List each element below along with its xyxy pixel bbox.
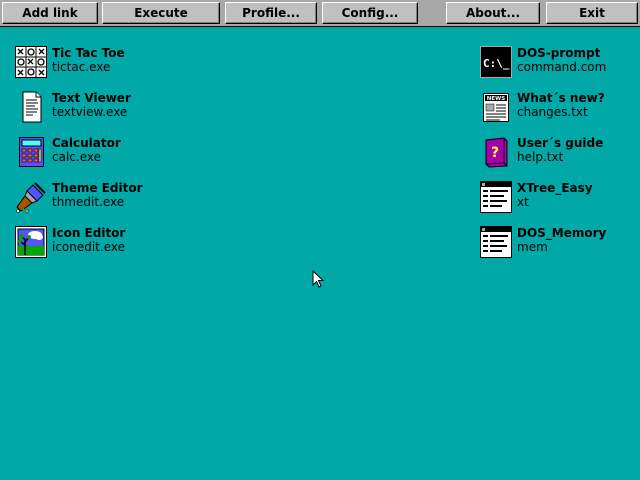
tic-tac-toe-icon — [15, 46, 47, 78]
app-name: Calculator — [52, 136, 121, 150]
news-icon: NEWS — [480, 91, 512, 123]
app-users-guide[interactable]: ? User´s guide help.txt — [480, 136, 630, 176]
dos-prompt-text: C:\_ — [483, 57, 510, 70]
app-name: DOS_Memory — [517, 226, 607, 240]
app-tic-tac-toe[interactable]: Tic Tac Toe tictac.exe — [15, 46, 195, 86]
app-file: help.txt — [517, 150, 564, 164]
window-app-icon — [480, 226, 512, 258]
app-file: command.com — [517, 60, 607, 74]
window-app-icon — [480, 181, 512, 213]
app-whats-new[interactable]: NEWS What´s new? changes.txt — [480, 91, 630, 131]
app-icon-editor[interactable]: Icon Editor iconedit.exe — [15, 226, 195, 266]
config-button[interactable]: Config... — [322, 2, 418, 24]
app-file: thmedit.exe — [52, 195, 125, 209]
app-name: DOS-prompt — [517, 46, 601, 60]
mouse-pointer-icon — [312, 269, 326, 290]
app-file: mem — [517, 240, 548, 254]
help-book-icon: ? — [480, 136, 512, 168]
dos-prompt-icon: C:\_ — [480, 46, 512, 78]
add-link-button[interactable]: Add link — [2, 2, 98, 24]
app-file: changes.txt — [517, 105, 588, 119]
app-name: Tic Tac Toe — [52, 46, 125, 60]
app-file: iconedit.exe — [52, 240, 126, 254]
news-badge: NEWS — [487, 96, 505, 102]
app-name: What´s new? — [517, 91, 605, 105]
app-file: calc.exe — [52, 150, 101, 164]
app-theme-editor[interactable]: Theme Editor thmedit.exe — [15, 181, 195, 221]
app-name: User´s guide — [517, 136, 604, 150]
app-dos-prompt[interactable]: C:\_ DOS-prompt command.com — [480, 46, 630, 86]
app-file: tictac.exe — [52, 60, 111, 74]
app-file: textview.exe — [52, 105, 128, 119]
exit-button[interactable]: Exit — [546, 2, 638, 24]
calculator-icon — [15, 136, 47, 168]
profile-button[interactable]: Profile... — [225, 2, 317, 24]
toolbar: Add link Execute Profile... Config... Ab… — [0, 0, 640, 27]
paintbrush-icon — [15, 181, 47, 213]
picture-icon — [15, 226, 47, 258]
app-text-viewer[interactable]: Text Viewer textview.exe — [15, 91, 195, 131]
about-button[interactable]: About... — [446, 2, 540, 24]
app-name: XTree_Easy — [517, 181, 593, 195]
app-calculator[interactable]: Calculator calc.exe — [15, 136, 195, 176]
app-dos-memory[interactable]: DOS_Memory mem — [480, 226, 630, 266]
help-glyph: ? — [491, 145, 499, 161]
app-name: Theme Editor — [52, 181, 143, 195]
app-file: xt — [517, 195, 529, 209]
text-document-icon — [15, 91, 47, 123]
app-name: Text Viewer — [52, 91, 131, 105]
app-name: Icon Editor — [52, 226, 126, 240]
app-xtree-easy[interactable]: XTree_Easy xt — [480, 181, 630, 221]
execute-button[interactable]: Execute — [102, 2, 220, 24]
